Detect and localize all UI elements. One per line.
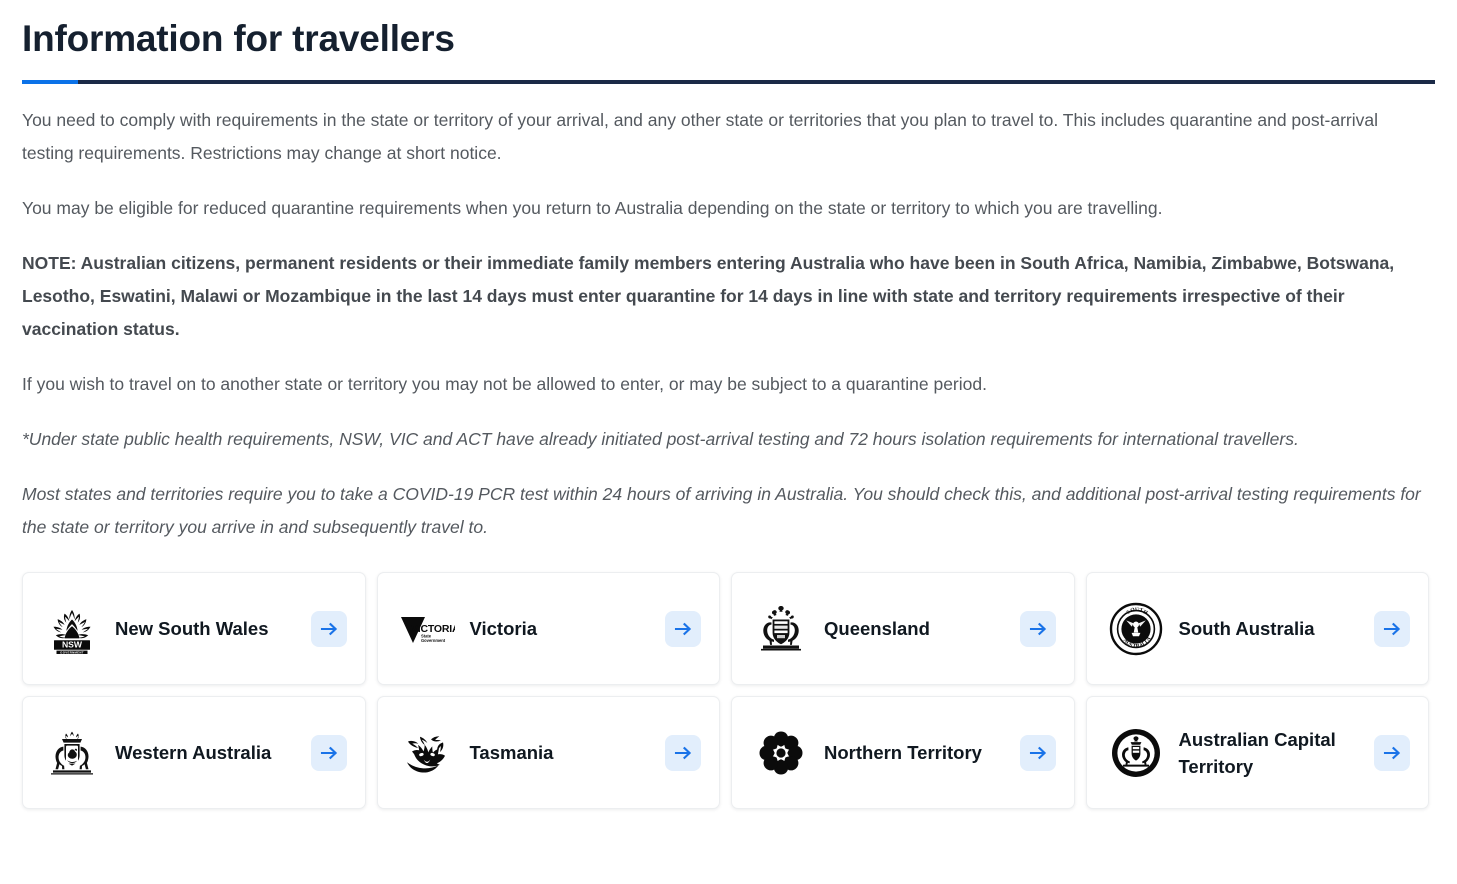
western-australia-coat-of-arms-icon — [43, 724, 101, 782]
state-card-arrow-button[interactable] — [665, 610, 701, 647]
state-card-northern-territory[interactable]: Northern Territory — [731, 696, 1075, 809]
paragraph-pcr-test: Most states and territories require you … — [22, 484, 1421, 537]
state-card-label: South Australia — [1178, 618, 1315, 639]
title-underline-rule — [22, 80, 1435, 84]
state-card-south-australia[interactable]: SOUTH S O U T H A U S T R — [1085, 572, 1429, 685]
state-card-arrow-button[interactable] — [1019, 610, 1056, 647]
state-card-arrow-button[interactable] — [310, 734, 347, 771]
arrow-right-icon — [1382, 619, 1402, 639]
paragraph-intro: You need to comply with requirements in … — [22, 110, 1378, 163]
state-card-label: Queensland — [824, 618, 930, 639]
state-card-arrow-button[interactable] — [1374, 610, 1410, 647]
svg-text:Government: Government — [421, 638, 446, 643]
state-card-arrow-button[interactable] — [1374, 734, 1410, 771]
northern-territory-desert-rose-icon — [752, 724, 810, 782]
state-card-arrow-button[interactable] — [665, 734, 701, 771]
queensland-coat-of-arms-icon — [752, 600, 810, 658]
state-card-arrow-button[interactable] — [310, 610, 347, 647]
arrow-right-icon — [319, 743, 339, 763]
state-card-label: New South Wales — [115, 618, 269, 639]
nsw-government-waratah-icon: NSW GOVERNMENT — [43, 600, 101, 658]
south-australia-piping-shrike-icon: SOUTH S O U T H A U S T R — [1107, 600, 1165, 658]
paragraph-onward-travel: If you wish to travel on to another stat… — [22, 374, 987, 394]
state-card-western-australia[interactable]: Western Australia — [22, 696, 366, 809]
state-card-queensland[interactable]: Queensland — [731, 572, 1075, 685]
arrow-right-icon — [319, 619, 339, 639]
state-card-label: Victoria — [469, 618, 538, 639]
arrow-right-icon — [1382, 743, 1402, 763]
arrow-right-icon — [1028, 743, 1048, 763]
page-title: Information for travellers — [22, 18, 455, 59]
svg-text:GOVERNMENT: GOVERNMENT — [60, 650, 84, 654]
paragraph-reduced-quarantine: You may be eligible for reduced quaranti… — [22, 198, 1163, 218]
paragraph-note: NOTE: Australian citizens, permanent res… — [22, 253, 1395, 339]
state-card-label: Western Australia — [115, 742, 272, 763]
act-coat-of-arms-icon — [1107, 724, 1165, 782]
state-card-australian-capital-territory[interactable]: Australian Capital Territory — [1085, 696, 1429, 809]
body-text-block: You need to comply with requirements in … — [22, 104, 1435, 544]
svg-text:SOUTH: SOUTH — [1109, 602, 1131, 604]
svg-text:NSW: NSW — [62, 639, 83, 649]
page-container: Information for travellers You need to c… — [0, 0, 1457, 809]
state-card-arrow-button[interactable] — [1019, 734, 1056, 771]
arrow-right-icon — [673, 743, 693, 763]
state-card-new-south-wales[interactable]: NSW GOVERNMENT New South Wales — [22, 572, 366, 685]
paragraph-state-health-footnote: *Under state public health requirements,… — [22, 429, 1299, 449]
state-card-label: Northern Territory — [824, 742, 982, 763]
svg-text:VICTORIA: VICTORIA — [411, 623, 455, 635]
state-card-label: Australian Capital Territory — [1178, 728, 1336, 777]
state-territory-card-grid: NSW GOVERNMENT New South Wales VICTORIA … — [22, 572, 1429, 809]
state-card-victoria[interactable]: VICTORIA State Government Victoria — [376, 572, 720, 685]
arrow-right-icon — [673, 619, 693, 639]
arrow-right-icon — [1028, 619, 1048, 639]
tasmania-devil-icon — [398, 724, 456, 782]
state-card-tasmania[interactable]: Tasmania — [376, 696, 720, 809]
victoria-state-government-icon: VICTORIA State Government — [398, 600, 456, 658]
state-card-label: Tasmania — [469, 742, 554, 763]
